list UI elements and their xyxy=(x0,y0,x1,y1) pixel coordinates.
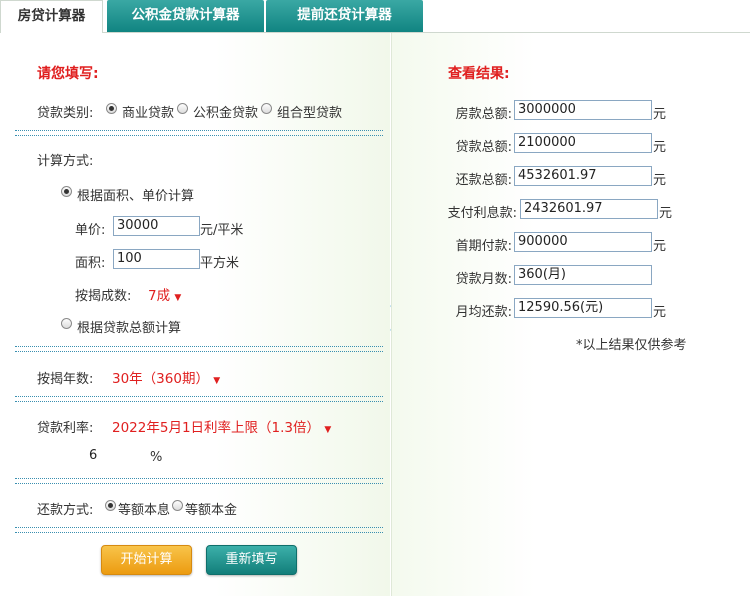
monthly-payment-label: 月均还款: xyxy=(455,305,512,320)
rate-unit: % xyxy=(150,450,163,465)
down-ratio-select[interactable]: 7成 ▼ xyxy=(148,284,181,304)
loan-months-label: 贷款月数: xyxy=(455,272,512,287)
total-price-label: 房款总额: xyxy=(455,107,512,122)
loan-total-output[interactable]: 2100000 xyxy=(514,133,652,153)
unit-price-input[interactable]: 30000 xyxy=(113,216,200,236)
total-price-unit: 元 xyxy=(653,107,667,122)
unit-price-unit: 元/平米 xyxy=(200,223,244,238)
calc-by-area-label[interactable]: 根据面积、单价计算 xyxy=(77,185,194,204)
loan-total-label: 贷款总额: xyxy=(455,140,512,155)
repay-equal-installment-label[interactable]: 等额本息 xyxy=(118,499,170,518)
total-price-output[interactable]: 3000000 xyxy=(514,100,652,120)
section-divider xyxy=(15,527,383,533)
monthly-payment-unit: 元 xyxy=(653,305,667,320)
interest-total-label: 支付利息款: xyxy=(447,206,517,221)
caret-down-icon: ▼ xyxy=(324,425,332,435)
calc-by-total-label[interactable]: 根据贷款总额计算 xyxy=(77,317,181,336)
form-heading: 请您填写: xyxy=(37,66,99,82)
years-label: 按揭年数: xyxy=(37,372,94,387)
down-payment-output[interactable]: 900000 xyxy=(514,232,652,252)
rate-input[interactable]: 6 xyxy=(86,447,144,467)
loan-type-provident-label[interactable]: 公积金贷款 xyxy=(193,102,258,121)
interest-total-output[interactable]: 2432601.97 xyxy=(520,199,658,219)
tab-prepayment-calculator[interactable]: 提前还贷计算器 xyxy=(266,0,423,33)
repay-method-label: 还款方式: xyxy=(37,503,94,518)
repay-total-unit: 元 xyxy=(653,173,667,188)
section-divider xyxy=(15,130,383,136)
down-ratio-value: 7成 xyxy=(148,288,171,304)
down-ratio-label: 按揭成数: xyxy=(75,289,132,304)
section-divider xyxy=(15,346,383,352)
repay-equal-installment-radio[interactable] xyxy=(105,500,116,511)
section-divider xyxy=(15,396,383,402)
loan-type-combined-label[interactable]: 组合型贷款 xyxy=(277,102,342,121)
calc-by-total-radio[interactable] xyxy=(61,318,72,329)
calc-by-area-radio[interactable] xyxy=(61,186,72,197)
repay-total-label: 还款总额: xyxy=(455,173,512,188)
loan-type-combined-radio[interactable] xyxy=(261,103,272,114)
area-unit: 平方米 xyxy=(200,256,240,271)
loan-months-output[interactable]: 360(月) xyxy=(514,265,652,285)
repay-equal-principal-radio[interactable] xyxy=(172,500,183,511)
results-disclaimer: *以上结果仅供参考 xyxy=(576,338,687,353)
loan-type-commercial-label[interactable]: 商业贷款 xyxy=(122,102,174,121)
tab-provident-fund-calculator[interactable]: 公积金贷款计算器 xyxy=(107,0,264,33)
rate-label: 贷款利率: xyxy=(37,421,94,436)
tab-bar: 房贷计算器2022 公积金贷款计算器 提前还贷计算器 xyxy=(0,0,750,55)
rate-select[interactable]: 2022年5月1日利率上限（1.3倍） ▼ xyxy=(112,416,331,436)
down-payment-label: 首期付款: xyxy=(455,239,512,254)
loan-type-label: 贷款类别: xyxy=(37,106,94,121)
calc-method-label: 计算方式: xyxy=(37,154,94,169)
rate-value: 2022年5月1日利率上限（1.3倍） xyxy=(112,420,321,436)
tab-mortgage-calculator[interactable]: 房贷计算器2022 xyxy=(0,0,103,55)
monthly-payment-output[interactable]: 12590.56(元) xyxy=(514,298,652,318)
caret-down-icon: ▼ xyxy=(213,376,221,386)
loan-type-provident-radio[interactable] xyxy=(177,103,188,114)
years-value: 30年（360期） xyxy=(112,371,209,387)
loan-type-commercial-radio[interactable] xyxy=(106,103,117,114)
section-divider xyxy=(15,478,383,484)
repay-total-output[interactable]: 4532601.97 xyxy=(514,166,652,186)
repay-equal-principal-label[interactable]: 等额本金 xyxy=(185,499,237,518)
unit-price-label: 单价: xyxy=(75,223,106,238)
reset-button[interactable]: 重新填写 xyxy=(206,545,297,575)
area-label: 面积: xyxy=(75,256,106,271)
area-input[interactable]: 100 xyxy=(113,249,200,269)
loan-total-unit: 元 xyxy=(653,140,667,155)
interest-total-unit: 元 xyxy=(659,206,673,221)
years-select[interactable]: 30年（360期） ▼ xyxy=(112,367,220,387)
calculate-button[interactable]: 开始计算 xyxy=(101,545,192,575)
down-payment-unit: 元 xyxy=(653,239,667,254)
caret-down-icon: ▼ xyxy=(174,293,182,303)
results-heading: 查看结果: xyxy=(448,66,510,82)
